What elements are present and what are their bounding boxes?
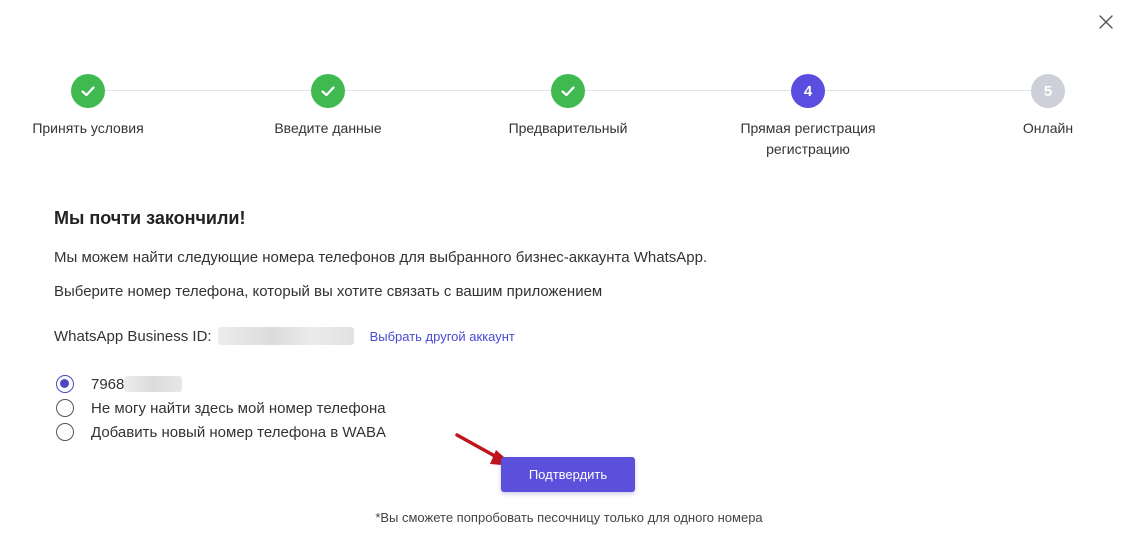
step-enter-data: Введите данные — [228, 74, 428, 139]
step-direct-registration: 4 Прямая регистрация регистрацию — [708, 74, 908, 160]
check-icon — [561, 86, 575, 97]
radio-button[interactable] — [56, 399, 74, 417]
step-label: Введите данные — [274, 120, 382, 136]
step-number-circle: 5 — [1031, 74, 1065, 108]
main-content: Мы почти закончили! Мы можем найти следу… — [54, 208, 1054, 300]
step-done-circle — [551, 74, 585, 108]
check-icon — [321, 86, 335, 97]
step-label-line2: регистрацию — [766, 141, 850, 157]
option-label: 7968 — [91, 375, 183, 393]
step-preliminary: Предварительный — [468, 74, 668, 139]
phone-option[interactable]: Не могу найти здесь мой номер телефона — [56, 396, 386, 420]
instruction-text: Выберите номер телефона, который вы хоти… — [54, 283, 603, 300]
option-label: Не могу найти здесь мой номер телефона — [91, 399, 386, 417]
waba-id-row: WhatsApp Business ID: Выбрать другой акк… — [54, 326, 515, 346]
step-label: Прямая регистрация регистрацию — [708, 118, 908, 160]
confirm-button[interactable]: Подтвердить — [501, 457, 635, 492]
step-online: 5 Онлайн — [948, 74, 1138, 139]
waba-id-value-redacted — [217, 327, 354, 345]
step-accept-terms: Принять условия — [0, 74, 188, 139]
step-done-circle — [311, 74, 345, 108]
step-label: Предварительный — [508, 120, 628, 136]
change-account-link[interactable]: Выбрать другой аккаунт — [370, 329, 515, 344]
step-label: Онлайн — [1022, 120, 1074, 136]
check-icon — [81, 86, 95, 97]
phone-number-prefix: 7968 — [91, 375, 125, 393]
step-done-circle — [71, 74, 105, 108]
radio-button[interactable] — [56, 423, 74, 441]
option-label: Добавить новый номер телефона в WABA — [91, 423, 387, 441]
page-title: Мы почти закончили! — [54, 208, 246, 228]
phone-number-redacted — [124, 375, 183, 392]
step-label: Принять условия — [32, 120, 144, 136]
sandbox-footnote: *Вы сможете попробовать песочницу только… — [375, 510, 763, 525]
radio-button[interactable] — [56, 375, 74, 393]
phone-option[interactable]: 7968 — [56, 372, 386, 396]
phone-option[interactable]: Добавить новый номер телефона в WABA — [56, 420, 386, 444]
waba-id-label: WhatsApp Business ID: — [54, 327, 212, 345]
registration-stepper: Принять условия Введите данные Предварит… — [0, 0, 1138, 170]
step-number-circle: 4 — [791, 74, 825, 108]
description-text: Мы можем найти следующие номера телефоно… — [54, 249, 708, 266]
phone-number-options: 7968 Не могу найти здесь мой номер телеф… — [56, 372, 386, 444]
step-label-line1: Прямая регистрация — [740, 120, 876, 136]
